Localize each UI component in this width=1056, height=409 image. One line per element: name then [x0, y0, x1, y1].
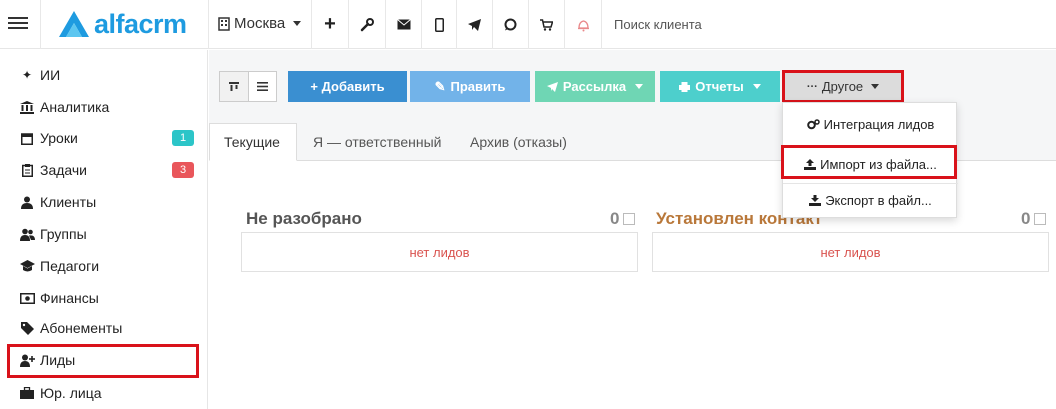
user-icon	[18, 196, 36, 209]
whatsapp-icon[interactable]	[492, 0, 528, 49]
mailing-button-label: Рассылка	[562, 79, 627, 94]
sidebar-item-groups[interactable]: Группы	[18, 222, 198, 246]
plus-icon[interactable]: +	[312, 0, 348, 49]
column-select-checkbox[interactable]	[1034, 213, 1047, 225]
sidebar-item-label: Юр. лица	[40, 385, 102, 401]
column-title: Не разобрано	[246, 209, 362, 228]
divider	[40, 0, 41, 49]
sidebar-item-label: Аналитика	[40, 99, 110, 115]
column-count: 0	[610, 209, 636, 229]
city-label: Москва	[234, 15, 286, 32]
edit-button[interactable]: ✎ Править	[410, 71, 530, 102]
briefcase-icon	[18, 387, 36, 399]
print-icon	[679, 81, 691, 92]
menu-item-export-file[interactable]: Экспорт в файл...	[783, 181, 958, 219]
paper-plane-icon	[546, 81, 558, 92]
wrench-icon[interactable]	[349, 0, 385, 49]
sidebar-item-analytics[interactable]: Аналитика	[18, 95, 198, 119]
sidebar-item-label: Клиенты	[40, 194, 97, 210]
mobile-icon[interactable]	[421, 0, 457, 49]
chevron-down-icon	[293, 21, 302, 26]
mailing-button[interactable]: Рассылка	[535, 71, 655, 102]
sidebar-item-label: Уроки	[40, 130, 78, 146]
clipboard-icon	[18, 163, 36, 177]
sidebar-item-label: Финансы	[40, 290, 99, 306]
edit-button-label: Править	[450, 79, 506, 94]
hamburger-menu-icon[interactable]	[8, 14, 28, 34]
bank-icon	[18, 100, 36, 114]
view-toggle	[219, 71, 277, 102]
pencil-icon: ✎	[434, 78, 446, 94]
sidebar-item-tasks[interactable]: Задачи 3	[18, 158, 198, 182]
logo-text: alfacrm	[94, 8, 187, 39]
highlight-import-item	[781, 145, 957, 179]
telegram-icon[interactable]	[456, 0, 492, 49]
sidebar-item-label: Педагоги	[40, 258, 100, 274]
sparkle-icon: ✦	[21, 68, 33, 82]
sidebar-item-teachers[interactable]: Педагоги	[18, 254, 198, 278]
sidebar-item-finance[interactable]: Финансы	[18, 286, 198, 310]
column-select-checkbox[interactable]	[623, 213, 636, 225]
sidebar-item-subscriptions[interactable]: Абонементы	[18, 316, 198, 340]
menu-item-lead-integration[interactable]: Интеграция лидов	[783, 105, 958, 143]
cart-icon[interactable]	[528, 0, 564, 49]
tab-my-responsible[interactable]: Я — ответственный	[313, 123, 441, 161]
divider	[208, 0, 209, 49]
tab-current[interactable]: Текущие	[209, 123, 297, 161]
bell-icon[interactable]	[565, 0, 601, 49]
logo[interactable]: alfacrm	[58, 9, 187, 39]
highlight-leads	[7, 344, 199, 378]
graduation-cap-icon	[18, 260, 36, 272]
client-search-input[interactable]	[606, 0, 1046, 49]
column-count: 0	[1021, 209, 1047, 229]
empty-column-placeholder: нет лидов	[241, 232, 638, 272]
list-view-icon[interactable]	[249, 72, 277, 101]
sidebar-item-clients[interactable]: Клиенты	[18, 190, 198, 214]
divider	[601, 0, 602, 49]
chevron-down-icon	[635, 84, 644, 89]
city-selector[interactable]: Москва	[218, 15, 302, 32]
sidebar-item-label: Задачи	[40, 162, 88, 178]
empty-column-placeholder: нет лидов	[652, 232, 1049, 272]
tab-archive[interactable]: Архив (отказы)	[470, 123, 567, 161]
top-bar: alfacrm Москва +	[0, 0, 1056, 49]
add-button[interactable]: + Добавить	[288, 71, 407, 102]
sidebar-item-label: Абонементы	[40, 320, 123, 336]
reports-button-label: Отчеты	[695, 79, 744, 94]
tag-icon	[18, 321, 36, 335]
download-icon	[809, 194, 822, 206]
envelope-icon[interactable]	[386, 0, 422, 49]
highlight-other-button	[782, 70, 904, 103]
sidebar-item-label: ИИ	[40, 67, 61, 83]
logo-mark-icon	[59, 11, 89, 37]
sidebar-item-lessons[interactable]: Уроки 1	[18, 126, 198, 150]
sidebar-item-legal-entities[interactable]: Юр. лица	[18, 381, 198, 405]
chevron-down-icon	[752, 84, 761, 89]
reports-button[interactable]: Отчеты	[660, 71, 780, 102]
sidebar-item-ai[interactable]: ✦ ИИ	[18, 63, 198, 87]
users-icon	[18, 228, 36, 241]
add-button-label: + Добавить	[310, 79, 385, 94]
kanban-view-icon[interactable]	[220, 72, 249, 101]
calendar-icon	[18, 132, 36, 145]
lessons-count-badge: 1	[172, 130, 194, 146]
tasks-count-badge: 3	[172, 162, 194, 178]
money-icon	[18, 292, 36, 304]
building-icon	[218, 16, 230, 31]
sidebar-item-label: Группы	[40, 226, 87, 242]
cogs-icon	[806, 118, 820, 129]
